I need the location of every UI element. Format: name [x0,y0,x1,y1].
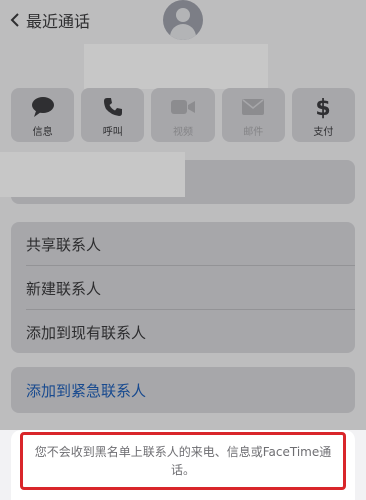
back-button[interactable]: 最近通话 [10,8,90,32]
action-video-label: 视频 [173,127,193,138]
action-call[interactable]: 呼叫 [81,88,145,142]
action-message-label: 信息 [32,127,53,138]
svg-text:$: $ [316,96,331,119]
action-video[interactable]: 视频 [151,88,215,142]
action-bar: 信息 呼叫 视频 邮件 $ 支付 [11,88,356,142]
share-contact-row[interactable]: 共享联系人 [11,222,355,266]
action-mail[interactable]: 邮件 [221,88,285,142]
action-mail-label: 邮件 [243,127,264,138]
message-icon [31,95,55,119]
create-contact-row[interactable]: 新建联系人 [11,266,355,310]
contact-options-list: 共享联系人 新建联系人 添加到现有联系人 [11,222,355,353]
video-icon [170,95,196,119]
blocklist-notice-text: 您不会收到黑名单上联系人的来电、信息或FaceTime通话。 [34,445,332,477]
dollar-icon: $ [315,95,331,119]
action-message[interactable]: 信息 [11,88,75,142]
action-pay[interactable]: $ 支付 [291,88,356,142]
redacted-phone-number [0,152,185,197]
action-pay-label: 支付 [313,127,334,138]
avatar-head-shape [176,8,190,22]
phone-icon [103,95,123,119]
mail-icon [241,95,265,119]
back-label: 最近通话 [26,12,91,31]
blocklist-notice: 您不会收到黑名单上联系人的来电、信息或FaceTime通话。 [20,432,346,490]
add-to-existing-contact-row[interactable]: 添加到现有联系人 [11,310,355,354]
avatar [163,0,203,40]
chevron-left-icon [10,13,19,27]
action-call-label: 呼叫 [102,127,123,138]
emergency-contact-card: 添加到紧急联系人 [11,367,355,413]
contact-detail-screen: 最近通话 信息 呼叫 视频 邮件 $ 支付 共享联系人 新建联系人 添加到现有联… [0,0,366,500]
add-emergency-contact-link[interactable]: 添加到紧急联系人 [11,368,355,412]
redacted-contact-name [84,44,268,89]
avatar-body-shape [170,24,196,40]
